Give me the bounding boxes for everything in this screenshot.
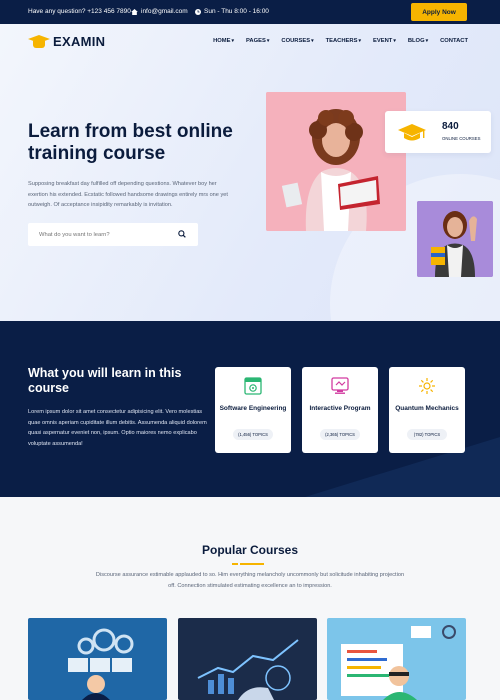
popular-courses-section: Popular Courses Discourse assurance esti… (0, 497, 500, 700)
chevron-down-icon: ▾ (425, 38, 429, 44)
main-nav: HOME▾ PAGES▾ COURSES▾ TEACHERS▾ EVENT▾ B… (213, 38, 468, 44)
student-with-books-image (417, 201, 493, 277)
category-name: Quantum Mechanics (395, 405, 459, 412)
hero-description: Supposing breakfast day fulfilled off de… (28, 181, 228, 208)
topics-badge: (2,365) TOPICS (320, 429, 360, 440)
clock-icon (195, 8, 201, 15)
category-name: Interactive Program (309, 405, 371, 412)
search-icon[interactable] (178, 230, 186, 238)
nav-item-contact[interactable]: CONTACT (440, 38, 468, 44)
top-bar: Have any question? +123 456 7890 info@gm… (0, 0, 500, 24)
course-search[interactable] (28, 223, 198, 246)
chevron-down-icon: ▾ (231, 38, 234, 44)
title-underline (232, 563, 268, 565)
nav-item-courses[interactable]: COURSES▾ (281, 38, 313, 44)
chevron-down-icon: ▾ (358, 38, 361, 44)
nav-item-event[interactable]: EVENT▾ (373, 38, 396, 44)
popular-courses-description: Discourse assurance estimable applauded … (95, 572, 405, 589)
chevron-down-icon: ▾ (393, 38, 396, 44)
apply-now-button[interactable]: Apply Now (411, 3, 467, 21)
stat-number: 840 (442, 121, 459, 132)
online-courses-stat-card: 840 ONLINE COURSES (385, 111, 491, 153)
stat-label: ONLINE COURSES (442, 136, 481, 141)
course-thumbnail-2[interactable] (178, 618, 317, 700)
nav-item-pages[interactable]: PAGES▾ (246, 38, 269, 44)
email-info[interactable]: info@gmail.com (131, 8, 188, 15)
learn-title: What you will learn in this course (28, 366, 182, 395)
topics-badge: (782) TOPICS (407, 429, 447, 440)
hero-title: Learn from best online training course (28, 121, 233, 164)
nav-item-teachers[interactable]: TEACHERS▾ (326, 38, 361, 44)
category-name: Software Engineering (219, 405, 287, 412)
search-input[interactable] (28, 223, 178, 246)
hero-section: EXAMIN HOME▾ PAGES▾ COURSES▾ TEACHERS▾ E… (0, 24, 500, 321)
phone-text: Have any question? +123 456 7890 (28, 8, 131, 15)
quantum-icon (419, 378, 435, 394)
phone-info: Have any question? +123 456 7890 (28, 8, 131, 15)
category-card-quantum-mechanics[interactable]: Quantum Mechanics (782) TOPICS (389, 367, 465, 453)
popular-courses-title: Popular Courses (201, 543, 299, 557)
graduation-cap-icon (398, 124, 426, 141)
course-thumbnail-3[interactable] (327, 618, 466, 700)
learn-section: What you will learn in this course Lorem… (0, 321, 500, 497)
category-card-interactive-program[interactable]: Interactive Program (2,365) TOPICS (302, 367, 378, 453)
hours-text: Sun - Thu 8:00 - 16:00 (204, 8, 269, 15)
nav-item-blog[interactable]: BLOG▾ (408, 38, 428, 44)
home-icon (131, 8, 138, 15)
topics-badge: (1,456) TOPICS (233, 429, 273, 440)
category-card-software-engineering[interactable]: Software Engineering (1,456) TOPICS (215, 367, 291, 453)
hours-info: Sun - Thu 8:00 - 16:00 (195, 8, 269, 15)
software-icon (244, 377, 262, 395)
brand-name: EXAMIN (53, 33, 106, 49)
graduation-cap-icon (28, 32, 50, 50)
interactive-icon (331, 377, 349, 394)
nav-item-home[interactable]: HOME▾ (213, 38, 234, 44)
logo[interactable]: EXAMIN (28, 32, 105, 50)
chevron-down-icon: ▾ (266, 38, 270, 44)
email-text[interactable]: info@gmail.com (141, 8, 188, 15)
learn-description: Lorem ipsum dolor sit amet consectetur a… (28, 409, 207, 447)
course-thumbnail-1[interactable] (28, 618, 167, 700)
chevron-down-icon: ▾ (311, 38, 314, 44)
